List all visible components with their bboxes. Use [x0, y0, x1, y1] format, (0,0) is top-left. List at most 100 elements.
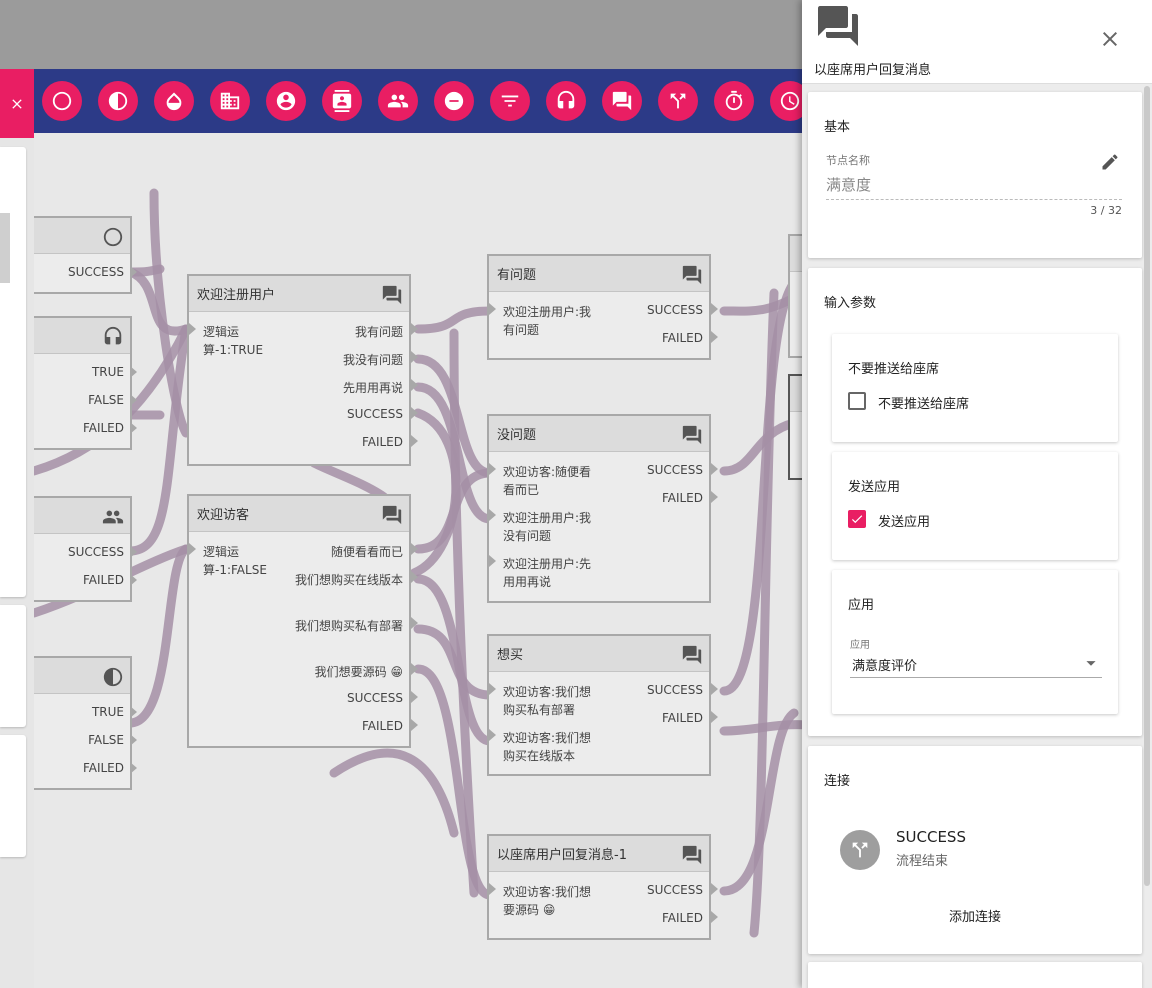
params-section: 输入参数 不要推送给座席 不要推送给座席 发送应用 发送应用 应用 应用 满意度…	[808, 268, 1142, 736]
node-header: 想买	[489, 636, 709, 672]
panel-scrollbar[interactable]	[1144, 86, 1150, 886]
add-connection-button[interactable]: 添加连接	[808, 906, 1142, 925]
contrast-icon	[102, 666, 124, 688]
param-title: 发送应用	[848, 480, 901, 495]
node-port[interactable]: FAILED	[662, 911, 703, 925]
filter-node-button[interactable]	[490, 81, 530, 121]
node-port[interactable]: TRUE	[92, 705, 124, 719]
node-port[interactable]: FAILED	[83, 761, 124, 775]
node-title: 有问题	[497, 268, 537, 283]
node-input[interactable]: 欢迎注册用户:我有问题	[503, 303, 603, 339]
node-port[interactable]: SUCCESS	[68, 545, 124, 559]
contact-card-icon	[331, 90, 353, 112]
node-port[interactable]: SUCCESS	[647, 683, 703, 697]
flow-node-partial[interactable]: SUCCESS FAILED	[34, 496, 132, 602]
send-app-checkbox[interactable]	[848, 510, 866, 528]
node-want-buy[interactable]: 想买 欢迎访客:我们想购买私有部署 欢迎访客:我们想购买在线版本 SUCCESS…	[487, 634, 711, 776]
node-port[interactable]: FALSE	[88, 733, 124, 747]
node-port[interactable]: 先用用再说	[343, 379, 403, 396]
circle-node-button[interactable]	[42, 81, 82, 121]
pencil-icon[interactable]	[1100, 152, 1120, 172]
group-node-button[interactable]	[378, 81, 418, 121]
split-node-button[interactable]	[658, 81, 698, 121]
minus-circle-icon	[443, 90, 465, 112]
node-port[interactable]: FALSE	[88, 393, 124, 407]
node-port[interactable]: SUCCESS	[647, 883, 703, 897]
port-arrow	[411, 571, 418, 583]
building-node-button[interactable]	[210, 81, 250, 121]
top-overlay-bar	[0, 0, 808, 69]
node-port[interactable]: FAILED	[362, 719, 403, 733]
node-port[interactable]: SUCCESS	[647, 303, 703, 317]
close-icon[interactable]	[1098, 27, 1122, 51]
node-port[interactable]: FAILED	[83, 421, 124, 435]
node-port[interactable]: SUCCESS	[347, 691, 403, 705]
flow-node-partial[interactable]: TRUE FALSE FAILED	[34, 656, 132, 790]
node-welcome-visitor[interactable]: 欢迎访客 逻辑运算-1:FALSE 随便看看而已 我们想购买在线版本 我们想购买…	[187, 494, 411, 748]
node-port[interactable]: 我们想要源码 😁	[315, 663, 403, 680]
input-arrow	[489, 555, 496, 567]
forum-node-button[interactable]	[602, 81, 642, 121]
node-no-question[interactable]: 没问题 欢迎访客:随便看看而已 欢迎注册用户:我没有问题 欢迎注册用户:先用用再…	[487, 414, 711, 603]
port-arrow	[711, 463, 718, 475]
app-select[interactable]: 满意度评价	[850, 652, 1102, 678]
node-port[interactable]: 随便看看而已	[331, 543, 403, 560]
port-arrow	[130, 706, 137, 718]
node-port[interactable]: FAILED	[662, 711, 703, 725]
account-node-button[interactable]	[266, 81, 306, 121]
node-title: 欢迎注册用户	[197, 288, 276, 303]
send-app-card: 发送应用 发送应用	[832, 452, 1118, 560]
node-input[interactable]: 欢迎访客:随便看看而已	[503, 463, 603, 499]
panel-title: 以座席用户回复消息	[814, 63, 932, 78]
node-port[interactable]: FAILED	[662, 331, 703, 345]
node-port[interactable]: TRUE	[92, 365, 124, 379]
node-port[interactable]: SUCCESS	[68, 265, 124, 279]
flow-node-partial[interactable]: TRUE FALSE FAILED	[34, 316, 132, 450]
node-port[interactable]: FAILED	[83, 573, 124, 587]
node-port[interactable]: SUCCESS	[347, 407, 403, 421]
node-welcome-registered[interactable]: 欢迎注册用户 逻辑运算-1:TRUE 我有问题 我没有问题 先用用再说 SUCC…	[187, 274, 411, 466]
node-port[interactable]: 我没有问题	[343, 351, 403, 368]
node-port[interactable]: 我们想购买在线版本	[293, 571, 403, 589]
headset-node-button[interactable]	[546, 81, 586, 121]
section-heading: 基本	[824, 120, 851, 135]
select-label: 应用	[850, 640, 870, 651]
param-title: 不要推送给座席	[848, 362, 940, 377]
panel-header: 以座席用户回复消息	[802, 0, 1152, 84]
node-port[interactable]: FAILED	[362, 435, 403, 449]
node-port[interactable]: 我有问题	[355, 323, 403, 340]
node-input[interactable]: 逻辑运算-1:TRUE	[203, 323, 265, 359]
node-input[interactable]: 欢迎访客:我们想要源码 😁	[503, 883, 603, 919]
node-input[interactable]: 欢迎注册用户:我没有问题	[503, 509, 603, 545]
node-input[interactable]: 欢迎访客:我们想购买在线版本	[503, 729, 603, 765]
contrast-node-button[interactable]	[98, 81, 138, 121]
section-heading: 连接	[824, 774, 851, 789]
node-input[interactable]: 欢迎注册用户:先用用再说	[503, 555, 603, 591]
flow-node-partial[interactable]: SUCCESS	[34, 216, 132, 294]
node-port[interactable]: 我们想购买私有部署	[293, 617, 403, 635]
group-icon	[387, 90, 409, 112]
input-arrow	[189, 543, 196, 555]
account-circle-icon	[275, 90, 297, 112]
connection-name[interactable]: SUCCESS	[896, 828, 966, 846]
node-port[interactable]: FAILED	[662, 491, 703, 505]
port-arrow	[711, 331, 718, 343]
minus-node-button[interactable]	[434, 81, 474, 121]
left-panel-close-button[interactable]	[0, 69, 34, 138]
node-name-field[interactable]: 满意度	[826, 174, 1122, 200]
port-arrow	[411, 663, 418, 675]
forum-icon	[681, 844, 703, 866]
drop-node-button[interactable]	[154, 81, 194, 121]
checkbox-label: 发送应用	[878, 515, 931, 530]
chevron-down-icon	[1080, 652, 1102, 674]
flow-canvas[interactable]: SUCCESS TRUE FALSE FAILED SUCCESS FAILED…	[34, 133, 808, 988]
node-agent-reply[interactable]: 以座席用户回复消息-1 欢迎访客:我们想要源码 😁 SUCCESS FAILED	[487, 834, 711, 940]
node-input[interactable]: 逻辑运算-1:FALSE	[203, 543, 269, 579]
node-port[interactable]: SUCCESS	[647, 463, 703, 477]
no-push-checkbox[interactable]	[848, 392, 866, 410]
contact-node-button[interactable]	[322, 81, 362, 121]
input-arrow	[489, 683, 496, 695]
node-input[interactable]: 欢迎访客:我们想购买私有部署	[503, 683, 603, 719]
timer-node-button[interactable]	[714, 81, 754, 121]
node-has-question[interactable]: 有问题 欢迎注册用户:我有问题 SUCCESS FAILED	[487, 254, 711, 360]
